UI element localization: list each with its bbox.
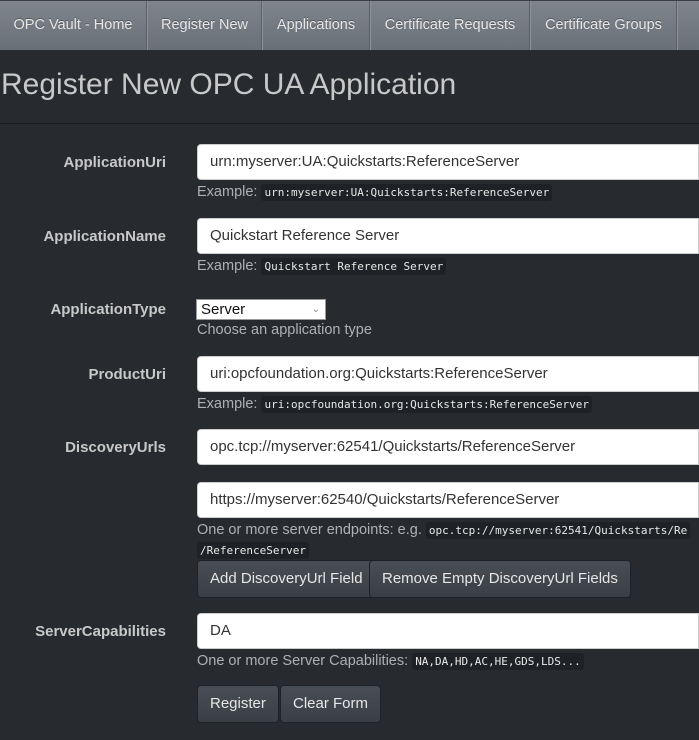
application-type-help: Choose an application type	[197, 322, 372, 338]
top-navbar: OPC Vault - Home Register New Applicatio…	[0, 0, 699, 50]
remove-empty-discovery-urls-button[interactable]: Remove Empty DiscoveryUrl Fields	[369, 560, 631, 598]
help-text: One or more Server Capabilities:	[197, 653, 409, 669]
clear-form-button[interactable]: Clear Form	[280, 685, 382, 723]
nav-certificate-groups[interactable]: Certificate Groups	[530, 1, 677, 50]
server-capabilities-label: ServerCapabilities	[35, 623, 166, 640]
chevron-down-icon: ⌄	[311, 304, 320, 315]
selected-value: Server	[201, 301, 246, 318]
help-text: Example:	[197, 396, 258, 412]
product-uri-label: ProductUri	[88, 366, 166, 383]
application-uri-label: ApplicationUri	[63, 154, 166, 171]
discovery-urls-label: DiscoveryUrls	[65, 439, 166, 456]
example-code: Quickstart Reference Server	[261, 258, 447, 275]
divider	[0, 123, 699, 124]
page-title: Register New OPC UA Application	[1, 68, 457, 101]
application-name-input[interactable]: Quickstart Reference Server	[197, 218, 699, 254]
application-name-label: ApplicationName	[43, 228, 166, 245]
nav-home[interactable]: OPC Vault - Home	[0, 1, 147, 50]
discovery-url-input-2[interactable]: https://myserver:62540/Quickstarts/Refer…	[197, 482, 699, 518]
discovery-urls-help: One or more server endpoints: e.g. opc.t…	[197, 522, 691, 539]
example-code: opc.tcp://myserver:62541/Quickstarts/Re	[425, 522, 691, 539]
application-type-label: ApplicationType	[50, 301, 166, 318]
application-uri-help: Example: urn:myserver:UA:Quickstarts:Ref…	[197, 184, 553, 201]
example-code: /ReferenceServer	[197, 542, 309, 559]
example-code: urn:myserver:UA:Quickstarts:ReferenceSer…	[261, 184, 553, 201]
register-button[interactable]: Register	[197, 685, 279, 723]
server-capabilities-input[interactable]: DA	[197, 613, 699, 649]
nav-certificate-requests[interactable]: Certificate Requests	[370, 1, 530, 50]
product-uri-help: Example: uri:opcfoundation.org:Quickstar…	[197, 396, 592, 413]
application-name-help: Example: Quickstart Reference Server	[197, 258, 447, 275]
discovery-urls-help-cont: /ReferenceServer	[197, 542, 309, 559]
application-uri-input[interactable]: urn:myserver:UA:Quickstarts:ReferenceSer…	[197, 144, 699, 180]
discovery-url-input-1[interactable]: opc.tcp://myserver:62541/Quickstarts/Ref…	[197, 429, 699, 465]
example-code: uri:opcfoundation.org:Quickstarts:Refere…	[261, 396, 592, 413]
help-text: One or more server endpoints: e.g.	[197, 522, 422, 538]
example-code: NA,DA,HD,AC,HE,GDS,LDS...	[412, 653, 584, 670]
add-discovery-url-button[interactable]: Add DiscoveryUrl Field	[197, 560, 376, 598]
nav-more[interactable]	[677, 1, 699, 50]
nav-register-new[interactable]: Register New	[147, 1, 262, 50]
nav-applications[interactable]: Applications	[262, 1, 370, 50]
help-text: Example:	[197, 184, 258, 200]
application-type-select[interactable]: Server ⌄	[196, 299, 326, 320]
product-uri-input[interactable]: uri:opcfoundation.org:Quickstarts:Refere…	[197, 356, 699, 392]
server-capabilities-help: One or more Server Capabilities: NA,DA,H…	[197, 653, 584, 670]
help-text: Example:	[197, 258, 258, 274]
